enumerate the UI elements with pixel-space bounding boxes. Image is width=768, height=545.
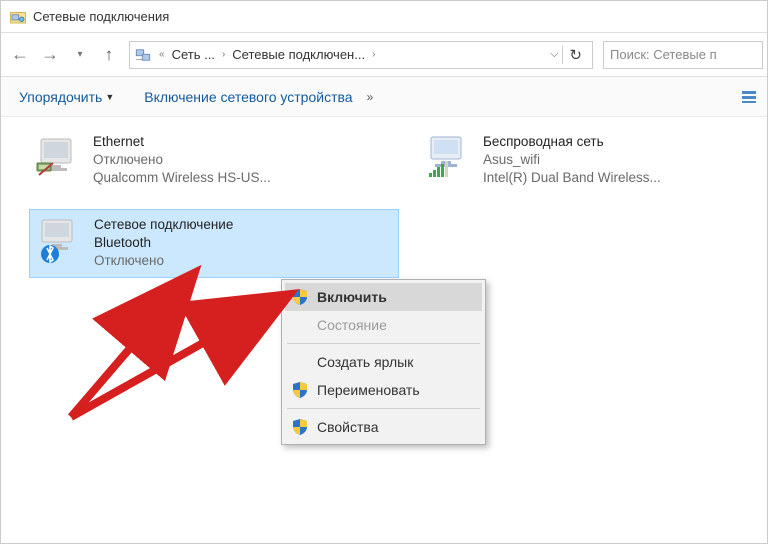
menu-separator: [287, 343, 480, 344]
crumb-sep-icon: «: [156, 49, 168, 60]
connection-bluetooth[interactable]: Сетевое подключение Bluetooth Отключено: [29, 209, 399, 278]
enable-device-label: Включение сетевого устройства: [144, 89, 352, 105]
forward-button[interactable]: →: [35, 40, 65, 70]
search-input[interactable]: Поиск: Сетевые п: [603, 41, 763, 69]
search-placeholder: Поиск: Сетевые п: [610, 47, 717, 62]
connection-name: Ethernet: [93, 133, 271, 151]
shield-icon: [291, 288, 309, 306]
crumb-connections[interactable]: Сетевые подключен...: [228, 47, 369, 62]
connection-name: Беспроводная сеть: [483, 133, 661, 151]
menu-create-shortcut[interactable]: Создать ярлык: [285, 348, 482, 376]
connection-status: Отключено: [93, 151, 271, 169]
address-dropdown[interactable]: ⌵: [546, 48, 562, 61]
items-view: Ethernet Отключено Qualcomm Wireless HS-…: [1, 117, 767, 543]
menu-rename[interactable]: Переименовать: [285, 376, 482, 404]
overflow-chevron-icon[interactable]: »: [367, 90, 374, 104]
address-bar[interactable]: « Сеть ... › Сетевые подключен... › ⌵ ↻: [129, 41, 593, 69]
path-icon: [134, 46, 152, 64]
connection-ssid: Asus_wifi: [483, 151, 661, 169]
title-bar: Сетевые подключения: [1, 1, 767, 33]
crumb-network[interactable]: Сеть ...: [168, 47, 219, 62]
connection-name-line2: Bluetooth: [94, 234, 233, 252]
network-folder-icon: [9, 8, 27, 26]
window-title: Сетевые подключения: [33, 9, 169, 24]
wifi-icon: [425, 133, 473, 181]
connection-status: Отключено: [94, 252, 233, 270]
shield-icon: [291, 418, 309, 436]
context-menu: Включить Состояние Создать ярлык Переиме…: [281, 279, 486, 445]
organize-label: Упорядочить: [19, 89, 102, 105]
shield-icon: [291, 381, 309, 399]
bluetooth-disabled-icon: [36, 216, 84, 264]
menu-separator: [287, 408, 480, 409]
menu-properties-label: Свойства: [317, 419, 378, 435]
menu-status-label: Состояние: [317, 317, 387, 333]
menu-shortcut-label: Создать ярлык: [317, 354, 413, 370]
chevron-right-icon: ›: [219, 49, 228, 60]
navigation-bar: ← → ▾ ↑ « Сеть ... › Сетевые подключен..…: [1, 33, 767, 77]
connection-device: Intel(R) Dual Band Wireless...: [483, 169, 661, 187]
up-button[interactable]: ↑: [95, 41, 123, 69]
recent-dropdown[interactable]: ▾: [65, 40, 95, 70]
chevron-right-icon: ›: [369, 49, 378, 60]
connection-wifi[interactable]: Беспроводная сеть Asus_wifi Intel(R) Dua…: [419, 127, 768, 194]
ethernet-disabled-icon: [35, 133, 83, 181]
back-button[interactable]: ←: [5, 40, 35, 70]
chevron-down-icon: ▼: [105, 92, 114, 102]
menu-rename-label: Переименовать: [317, 382, 420, 398]
view-options-icon[interactable]: [741, 89, 757, 105]
connection-ethernet[interactable]: Ethernet Отключено Qualcomm Wireless HS-…: [29, 127, 399, 194]
menu-status: Состояние: [285, 311, 482, 339]
connection-name-line1: Сетевое подключение: [94, 216, 233, 234]
connection-device: Qualcomm Wireless HS-US...: [93, 169, 271, 187]
command-bar: Упорядочить ▼ Включение сетевого устройс…: [1, 77, 767, 117]
menu-properties[interactable]: Свойства: [285, 413, 482, 441]
enable-device-button[interactable]: Включение сетевого устройства: [136, 85, 360, 109]
organize-menu[interactable]: Упорядочить ▼: [11, 85, 122, 109]
menu-enable[interactable]: Включить: [285, 283, 482, 311]
menu-enable-label: Включить: [317, 289, 387, 305]
refresh-button[interactable]: ↻: [562, 46, 588, 64]
